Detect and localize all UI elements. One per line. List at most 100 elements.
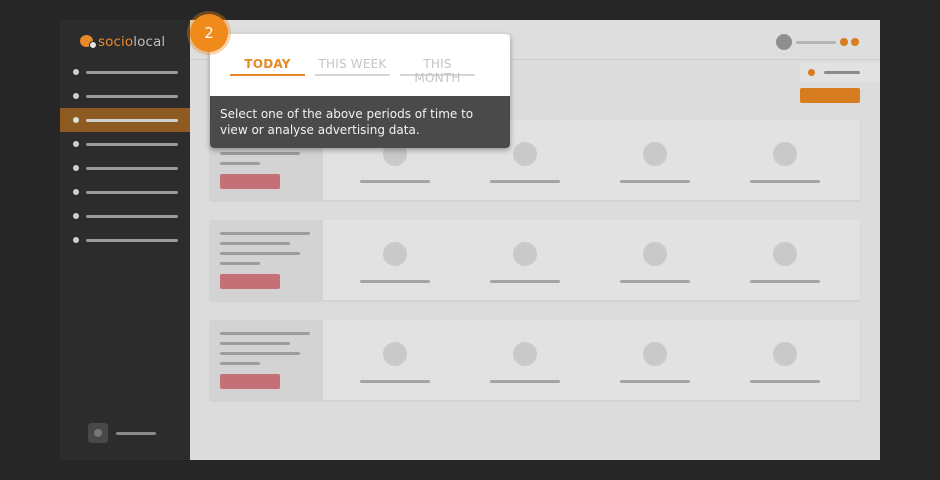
period-tabs: TODAY THIS WEEK THIS MONTH bbox=[230, 57, 475, 85]
sidebar-item-2[interactable] bbox=[60, 84, 190, 108]
text-placeholder bbox=[220, 332, 310, 335]
metric-circle-icon bbox=[773, 142, 797, 166]
metric bbox=[713, 120, 843, 200]
sociolocal-logo[interactable]: sociolocal bbox=[80, 32, 165, 52]
sidebar-item-placeholder bbox=[86, 94, 178, 98]
campaign-card bbox=[210, 320, 860, 400]
text-placeholder bbox=[220, 252, 300, 255]
sidebar: sociolocal bbox=[60, 20, 190, 460]
user-name-placeholder bbox=[116, 431, 156, 435]
notification-dot-icon[interactable] bbox=[840, 38, 848, 46]
tour-tooltip: Select one of the above periods of time … bbox=[210, 96, 510, 148]
filter-dot-icon bbox=[808, 69, 815, 76]
metric bbox=[453, 320, 583, 400]
profile-avatar[interactable] bbox=[776, 34, 792, 50]
metric-circle-icon bbox=[513, 242, 537, 266]
menu-dot-icon[interactable] bbox=[851, 38, 859, 46]
metric-circle-icon bbox=[643, 242, 667, 266]
sidebar-item-placeholder bbox=[86, 238, 178, 242]
bullet-icon bbox=[73, 237, 79, 243]
metric bbox=[583, 320, 713, 400]
bullet-icon bbox=[73, 69, 79, 75]
metric-label-placeholder bbox=[750, 280, 820, 283]
metric-label-placeholder bbox=[490, 180, 560, 183]
campaign-card bbox=[210, 220, 860, 300]
tab-this-week[interactable]: THIS WEEK bbox=[315, 57, 390, 76]
tab-this-month[interactable]: THIS MONTH bbox=[400, 57, 475, 85]
sidebar-nav bbox=[60, 60, 190, 252]
metric-circle-icon bbox=[513, 142, 537, 166]
bullet-icon bbox=[73, 213, 79, 219]
sidebar-user[interactable] bbox=[88, 423, 156, 443]
metric-circle-icon bbox=[383, 342, 407, 366]
text-placeholder bbox=[220, 352, 300, 355]
text-placeholder bbox=[220, 342, 290, 345]
sidebar-item-8[interactable] bbox=[60, 228, 190, 252]
sidebar-item-placeholder bbox=[86, 142, 178, 146]
sidebar-item-placeholder bbox=[86, 70, 178, 74]
metric-label-placeholder bbox=[360, 280, 430, 283]
metric-label-placeholder bbox=[750, 180, 820, 183]
action-button[interactable] bbox=[800, 88, 860, 103]
metric-circle-icon bbox=[383, 242, 407, 266]
metric-label-placeholder bbox=[490, 280, 560, 283]
profile-name-placeholder bbox=[796, 41, 836, 44]
speech-bubbles-icon bbox=[80, 34, 97, 50]
text-placeholder bbox=[220, 162, 260, 165]
metric bbox=[713, 220, 843, 300]
metric-label-placeholder bbox=[360, 180, 430, 183]
user-avatar-icon bbox=[88, 423, 108, 443]
sidebar-item-7[interactable] bbox=[60, 204, 190, 228]
bullet-icon bbox=[73, 165, 79, 171]
metric bbox=[323, 320, 453, 400]
text-placeholder bbox=[220, 262, 260, 265]
metric-circle-icon bbox=[773, 242, 797, 266]
logo-text-socio: socio bbox=[98, 34, 134, 50]
status-badge[interactable] bbox=[220, 274, 280, 289]
metric-circle-icon bbox=[513, 342, 537, 366]
metric bbox=[453, 220, 583, 300]
sidebar-item-1[interactable] bbox=[60, 60, 190, 84]
metric-circle-icon bbox=[643, 142, 667, 166]
metric bbox=[583, 120, 713, 200]
text-placeholder bbox=[220, 362, 260, 365]
status-badge[interactable] bbox=[220, 174, 280, 189]
metric-label-placeholder bbox=[360, 380, 430, 383]
sidebar-item-4[interactable] bbox=[60, 132, 190, 156]
sidebar-item-3-active[interactable] bbox=[60, 108, 190, 132]
metric-label-placeholder bbox=[620, 380, 690, 383]
metric bbox=[713, 320, 843, 400]
bullet-icon bbox=[73, 189, 79, 195]
campaign-info bbox=[210, 220, 323, 300]
filter-chip[interactable] bbox=[800, 62, 880, 82]
bullet-icon bbox=[73, 141, 79, 147]
tab-today[interactable]: TODAY bbox=[230, 57, 305, 76]
sidebar-item-5[interactable] bbox=[60, 156, 190, 180]
metric-circle-icon bbox=[773, 342, 797, 366]
campaign-info bbox=[210, 320, 323, 400]
status-badge[interactable] bbox=[220, 374, 280, 389]
metric-circle-icon bbox=[643, 342, 667, 366]
metric-label-placeholder bbox=[750, 380, 820, 383]
bullet-icon bbox=[73, 117, 79, 123]
sidebar-item-placeholder bbox=[86, 190, 178, 194]
text-placeholder bbox=[220, 232, 310, 235]
tour-step-badge: 2 bbox=[190, 14, 228, 52]
sidebar-item-6[interactable] bbox=[60, 180, 190, 204]
bullet-icon bbox=[73, 93, 79, 99]
tour-description: Select one of the above periods of time … bbox=[220, 107, 474, 137]
metric-label-placeholder bbox=[490, 380, 560, 383]
metric bbox=[323, 220, 453, 300]
sidebar-item-placeholder bbox=[86, 166, 178, 170]
metric bbox=[583, 220, 713, 300]
sidebar-item-placeholder bbox=[86, 118, 178, 122]
text-placeholder bbox=[220, 152, 300, 155]
filter-label-placeholder bbox=[824, 71, 860, 74]
sidebar-item-placeholder bbox=[86, 214, 178, 218]
tour-popover: TODAY THIS WEEK THIS MONTH Select one of… bbox=[210, 34, 510, 148]
metric-label-placeholder bbox=[620, 180, 690, 183]
text-placeholder bbox=[220, 242, 290, 245]
period-tabs-panel: TODAY THIS WEEK THIS MONTH bbox=[210, 34, 510, 96]
logo-text: sociolocal bbox=[98, 34, 165, 50]
logo-text-local: local bbox=[133, 34, 166, 50]
